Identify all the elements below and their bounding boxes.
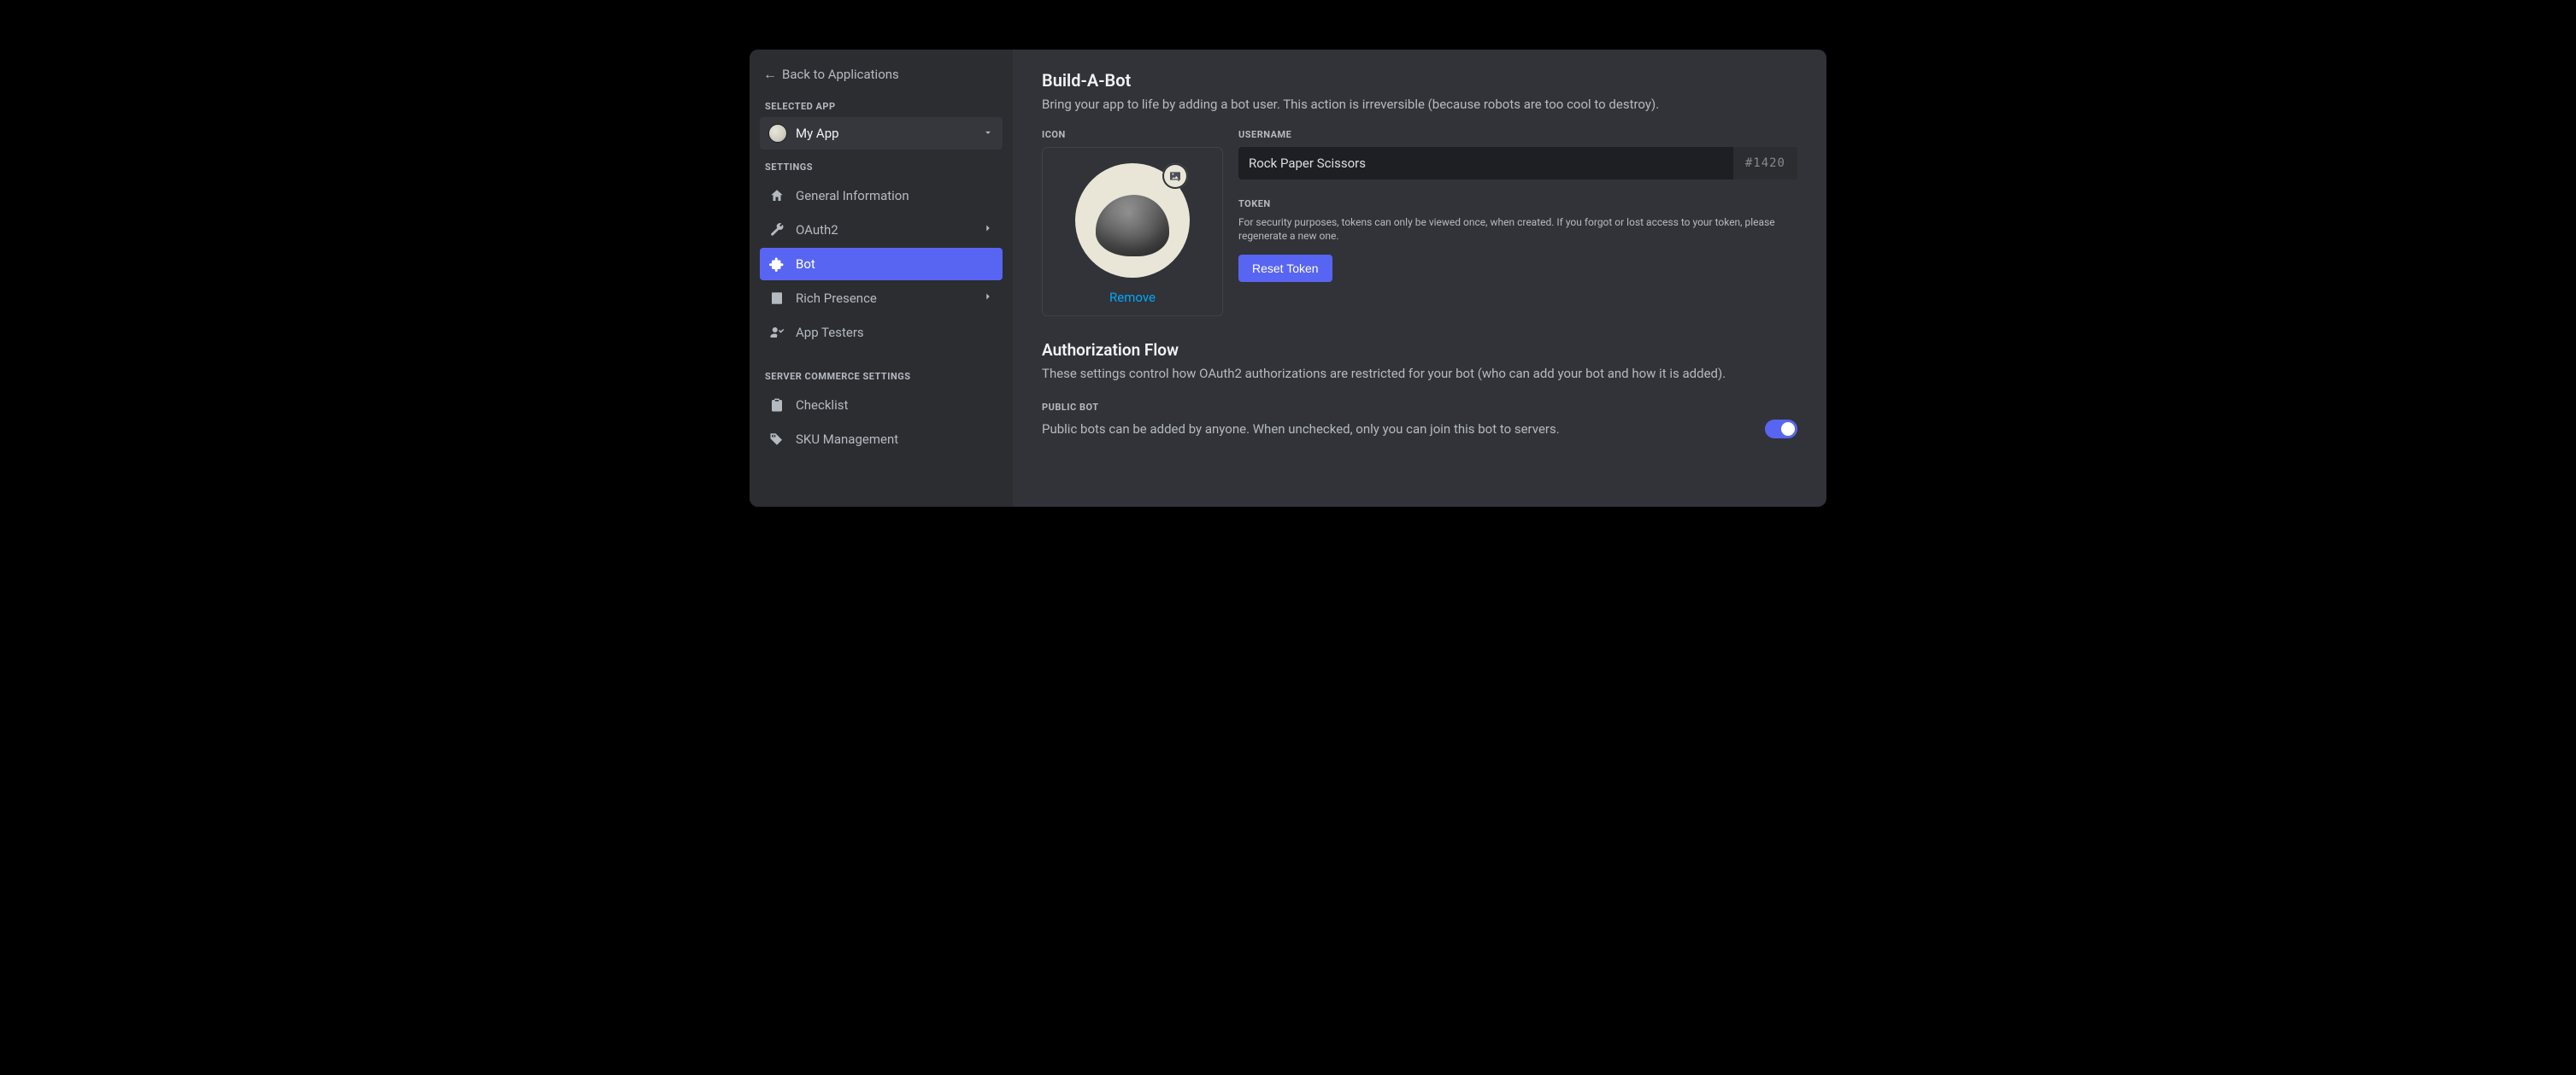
sidebar-item-sku-management[interactable]: SKU Management — [760, 423, 1003, 455]
chevron-right-icon — [982, 222, 994, 238]
authorization-flow-title: Authorization Flow — [1042, 340, 1797, 360]
page-title: Build-A-Bot — [1042, 70, 1797, 91]
username-input[interactable] — [1238, 147, 1733, 179]
sidebar-item-rich-presence[interactable]: Rich Presence — [760, 282, 1003, 314]
app-window: ← Back to Applications SELECTED APP My A… — [750, 50, 1826, 507]
wrench-icon — [768, 222, 785, 238]
tags-icon — [768, 432, 785, 447]
page-subtitle: Bring your app to life by adding a bot u… — [1042, 96, 1797, 114]
document-icon — [768, 291, 785, 306]
selected-app-heading: SELECTED APP — [760, 89, 1003, 117]
sidebar-item-label: SKU Management — [796, 432, 994, 447]
app-selector-dropdown[interactable]: My App — [760, 117, 1003, 150]
sidebar-item-app-testers[interactable]: App Testers — [760, 316, 1003, 349]
public-bot-description: Public bots can be added by anyone. When… — [1042, 420, 1560, 438]
bot-icon-uploader[interactable]: Remove — [1042, 147, 1223, 316]
sidebar-item-label: OAuth2 — [796, 222, 972, 238]
sidebar-item-label: Rich Presence — [796, 291, 972, 306]
username-column: USERNAME #1420 TOKEN For security purpos… — [1238, 129, 1797, 316]
puzzle-icon — [768, 256, 785, 272]
chevron-right-icon — [982, 291, 994, 306]
sidebar-item-label: Bot — [796, 256, 994, 272]
public-bot-toggle[interactable] — [1765, 420, 1797, 438]
clipboard-icon — [768, 397, 785, 413]
main-content: Build-A-Bot Bring your app to life by ad… — [1013, 50, 1826, 507]
back-label: Back to Applications — [782, 67, 899, 82]
username-field-label: USERNAME — [1238, 129, 1797, 140]
sidebar-item-label: App Testers — [796, 325, 994, 340]
settings-heading: SETTINGS — [760, 150, 1003, 178]
public-bot-label: PUBLIC BOT — [1042, 402, 1797, 413]
remove-icon-link[interactable]: Remove — [1109, 290, 1156, 305]
sidebar-item-bot[interactable]: Bot — [760, 248, 1003, 280]
reset-token-button[interactable]: Reset Token — [1238, 255, 1332, 282]
sidebar-item-checklist[interactable]: Checklist — [760, 389, 1003, 421]
home-icon — [768, 188, 785, 203]
person-check-icon — [768, 325, 785, 340]
app-name: My App — [796, 126, 982, 141]
token-note: For security purposes, tokens can only b… — [1238, 216, 1797, 243]
authorization-flow-subtitle: These settings control how OAuth2 author… — [1042, 365, 1797, 383]
sidebar-item-oauth2[interactable]: OAuth2 — [760, 214, 1003, 246]
sidebar-item-label: General Information — [796, 188, 994, 203]
username-input-row: #1420 — [1238, 147, 1797, 179]
discriminator-badge: #1420 — [1733, 147, 1797, 179]
sidebar-item-label: Checklist — [796, 397, 994, 413]
app-avatar-icon — [768, 124, 787, 143]
bot-avatar — [1075, 163, 1190, 278]
icon-field-label: ICON — [1042, 129, 1223, 140]
upload-image-icon — [1162, 163, 1188, 189]
sidebar: ← Back to Applications SELECTED APP My A… — [750, 50, 1013, 507]
server-commerce-heading: SERVER COMMERCE SETTINGS — [760, 359, 1003, 387]
chevron-down-icon — [982, 126, 994, 142]
back-to-applications-link[interactable]: ← Back to Applications — [760, 63, 1003, 89]
arrow-left-icon: ← — [763, 68, 777, 81]
sidebar-item-general-information[interactable]: General Information — [760, 179, 1003, 212]
public-bot-setting-row: Public bots can be added by anyone. When… — [1042, 420, 1797, 438]
rock-image — [1096, 195, 1169, 256]
token-field-label: TOKEN — [1238, 198, 1797, 209]
icon-column: ICON Remove — [1042, 129, 1223, 316]
